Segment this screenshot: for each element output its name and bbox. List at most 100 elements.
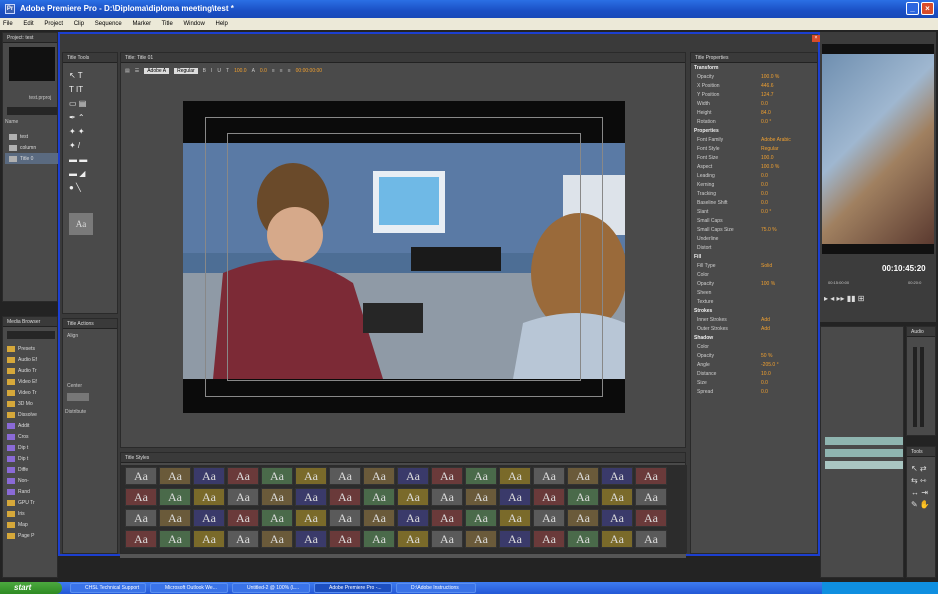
property-value[interactable]: 124.7 <box>761 92 774 98</box>
title-style-swatch[interactable]: Aa <box>533 488 565 506</box>
menu-window[interactable]: Window <box>183 21 204 27</box>
title-style-swatch[interactable]: Aa <box>533 509 565 527</box>
title-style-swatch[interactable]: Aa <box>635 488 667 506</box>
property-value[interactable]: 0.0 <box>761 200 768 206</box>
title-tool-grid[interactable]: ↖ TT IT ▭ ▤ ✒ ⌃ ✦ ✦ ✦ / ▬ ▬ ▬ ◢ ● ╲ <box>69 69 87 195</box>
tools-tab[interactable]: Tools <box>907 447 935 457</box>
align-right-icon[interactable]: ≡ <box>288 68 291 74</box>
property-value[interactable]: 0.0 <box>761 182 768 188</box>
title-style-swatch[interactable]: Aa <box>227 488 259 506</box>
title-style-swatch[interactable]: Aa <box>159 530 191 548</box>
title-style-swatch[interactable]: Aa <box>261 530 293 548</box>
title-scrollbar[interactable] <box>120 554 686 558</box>
effects-tree-item[interactable]: Audio Tr <box>3 365 59 376</box>
title-style-swatch[interactable]: Aa <box>159 509 191 527</box>
title-styles-tab[interactable]: Title Styles <box>121 453 685 463</box>
effects-tree-item[interactable]: Iris <box>3 508 59 519</box>
title-style-swatch[interactable]: Aa <box>601 467 633 485</box>
title-style-swatch[interactable]: Aa <box>261 509 293 527</box>
title-style-swatch[interactable]: Aa <box>635 530 667 548</box>
taskbar-item[interactable]: Adobe Premiere Pro -... <box>314 583 392 593</box>
title-style-swatch[interactable]: Aa <box>397 467 429 485</box>
title-actions-tab[interactable]: Title Actions <box>63 319 117 329</box>
property-value[interactable]: Add <box>761 326 770 332</box>
title-style-swatch[interactable]: Aa <box>465 530 497 548</box>
title-style-swatch[interactable]: Aa <box>431 530 463 548</box>
timeline-clip[interactable] <box>825 437 903 445</box>
property-value[interactable]: 100.0 % <box>761 74 779 80</box>
effects-tree-item[interactable]: GPU Tr <box>3 497 59 508</box>
title-style-swatch[interactable]: Aa <box>193 530 225 548</box>
title-style-swatch[interactable]: Aa <box>363 509 395 527</box>
taskbar-item[interactable]: D:\Adobe Instructions <box>396 583 476 593</box>
effects-tree-item[interactable]: Page P <box>3 530 59 541</box>
property-value[interactable]: 0.0 ° <box>761 209 771 215</box>
center-buttons[interactable] <box>67 393 89 401</box>
property-value[interactable]: 0.0 <box>761 389 768 395</box>
title-style-swatch[interactable]: Aa <box>363 467 395 485</box>
title-style-swatch[interactable]: Aa <box>431 488 463 506</box>
effects-tree-item[interactable]: Cros <box>3 431 59 442</box>
title-style-swatch[interactable]: Aa <box>363 530 395 548</box>
property-value[interactable]: 0.0 ° <box>761 119 771 125</box>
minimize-button[interactable]: _ <box>906 2 919 15</box>
title-style-swatch[interactable]: Aa <box>125 509 157 527</box>
property-value[interactable]: Regular <box>761 146 779 152</box>
property-value[interactable]: 0.0 <box>761 380 768 386</box>
title-style-swatch[interactable]: Aa <box>601 488 633 506</box>
project-item[interactable]: column <box>5 142 59 153</box>
title-style-swatch[interactable]: Aa <box>567 509 599 527</box>
title-style-swatch[interactable]: Aa <box>601 509 633 527</box>
title-style-swatch[interactable]: Aa <box>329 509 361 527</box>
menu-marker[interactable]: Marker <box>132 21 151 27</box>
audio-tab[interactable]: Audio <box>907 327 935 337</box>
property-value[interactable]: 0.0 <box>761 173 768 179</box>
menu-project[interactable]: Project <box>44 21 63 27</box>
title-style-swatch[interactable]: Aa <box>193 509 225 527</box>
property-value[interactable]: 100.0 <box>761 155 774 161</box>
title-style-swatch[interactable]: Aa <box>227 509 259 527</box>
tracking-value[interactable]: 0.0 <box>260 68 267 74</box>
effects-tree-item[interactable]: 3D Mo <box>3 398 59 409</box>
title-style-swatch[interactable]: Aa <box>193 467 225 485</box>
title-style-swatch[interactable]: Aa <box>431 509 463 527</box>
title-style-swatch[interactable]: Aa <box>125 467 157 485</box>
effects-tree-item[interactable]: Video Ef <box>3 376 59 387</box>
title-style-swatch[interactable]: Aa <box>329 467 361 485</box>
property-value[interactable]: 0.0 <box>761 101 768 107</box>
font-family-select[interactable]: Adobe A <box>144 68 170 74</box>
title-canvas[interactable] <box>183 101 625 413</box>
effects-search-input[interactable] <box>7 331 55 339</box>
effects-tree-item[interactable]: Dip t <box>3 453 59 464</box>
effects-tree-item[interactable]: Non- <box>3 475 59 486</box>
taskbar-item[interactable]: Untitled-2 @ 100% (L... <box>232 583 310 593</box>
property-value[interactable]: 50 % <box>761 353 772 359</box>
effects-tree-item[interactable]: Dissolve <box>3 409 59 420</box>
title-properties-tab[interactable]: Title Properties <box>691 53 817 63</box>
title-style-swatch[interactable]: Aa <box>533 530 565 548</box>
menu-help[interactable]: Help <box>215 21 227 27</box>
align-center-icon[interactable]: ≡ <box>280 68 283 74</box>
title-style-swatch[interactable]: Aa <box>159 467 191 485</box>
title-style-swatch[interactable]: Aa <box>397 509 429 527</box>
effects-tree-item[interactable]: Diffe <box>3 464 59 475</box>
project-item[interactable]: Title 0 <box>5 153 59 164</box>
property-value[interactable]: Solid <box>761 263 772 269</box>
title-style-swatch[interactable]: Aa <box>329 488 361 506</box>
title-style-swatch[interactable]: Aa <box>261 467 293 485</box>
name-column-header[interactable]: Name <box>5 119 18 125</box>
title-style-swatch[interactable]: Aa <box>635 467 667 485</box>
title-designer-tab[interactable]: Title: Title 01 <box>121 53 685 63</box>
project-tab[interactable]: Project: test <box>3 33 57 43</box>
taskbar-item[interactable]: CHSL Technical Support <box>70 583 146 593</box>
title-style-swatch[interactable]: Aa <box>261 488 293 506</box>
property-value[interactable]: 100.0 % <box>761 164 779 170</box>
property-value[interactable]: Adobe Arabic <box>761 137 791 143</box>
title-style-swatch[interactable]: Aa <box>363 488 395 506</box>
font-style-select[interactable]: Regular <box>174 68 198 74</box>
title-style-swatch[interactable]: Aa <box>465 467 497 485</box>
close-button[interactable]: × <box>921 2 934 15</box>
section-fill[interactable]: Fill <box>691 252 817 261</box>
new-title-icon[interactable]: ▤ <box>125 68 130 74</box>
title-style-swatch[interactable]: Aa <box>465 509 497 527</box>
